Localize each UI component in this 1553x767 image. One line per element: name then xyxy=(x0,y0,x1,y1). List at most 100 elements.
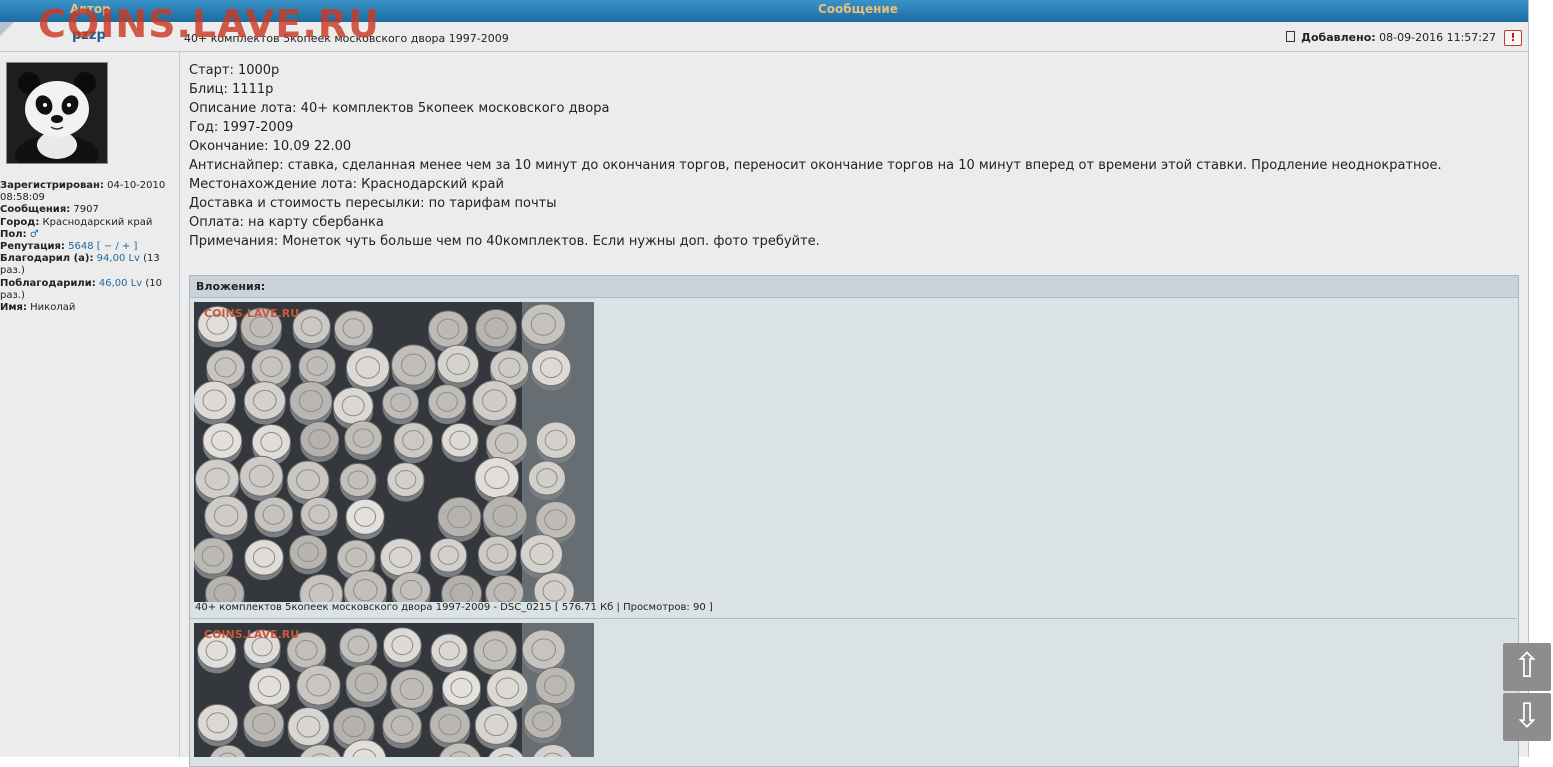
coin-stack xyxy=(243,381,286,425)
coin-stack xyxy=(289,381,333,426)
coin-stack xyxy=(430,633,468,673)
coin-stack xyxy=(393,422,434,464)
coin-stack xyxy=(344,420,383,461)
attachment-separator xyxy=(190,618,1517,619)
coin-stack xyxy=(382,385,420,425)
coin-stack xyxy=(239,455,284,502)
site-watermark: COINS.LAVE.RU xyxy=(38,2,380,46)
coin-stack xyxy=(474,456,520,503)
coin-stack xyxy=(345,347,390,393)
post-line: Доставка и стоимость пересылки: по тариф… xyxy=(189,196,557,211)
coin-stack xyxy=(300,496,339,537)
coin-stack xyxy=(386,462,425,502)
coin-stack xyxy=(248,667,291,711)
avatar xyxy=(6,62,108,164)
coin-stack xyxy=(475,308,518,353)
coin-stack xyxy=(333,310,374,352)
registered-label: Зарегистрирован: xyxy=(0,180,104,191)
profile-thanked-by: Поблагодарили: 46,00 Lv (10 раз.) xyxy=(0,278,176,302)
coins-photo-image xyxy=(194,623,594,757)
coin-stack xyxy=(296,664,341,711)
post-line: Старт: 1000р xyxy=(189,63,280,78)
post-line: Блиц: 1111р xyxy=(189,82,274,97)
thanked-label: Благодарил (а): xyxy=(0,253,94,265)
user-profile-info: Зарегистрирован: 04-10-2010 08:58:09 Соо… xyxy=(0,180,176,314)
coin-stack xyxy=(523,703,563,744)
coin-stack xyxy=(390,669,434,714)
gender-label: Пол: xyxy=(0,228,27,240)
coin-stack xyxy=(482,495,528,542)
attachment-photo-1[interactable]: COINS.LAVE.RU xyxy=(194,302,594,602)
name-label: Имя: xyxy=(0,302,27,314)
profile-registered: Зарегистрирован: 04-10-2010 08:58:09 xyxy=(0,180,176,204)
post-line: Примечания: Монеток чуть больше чем по 4… xyxy=(189,234,820,249)
coin-stack xyxy=(429,537,468,578)
message-column-header: Сообщение xyxy=(818,2,898,16)
messages-label: Сообщения: xyxy=(0,204,71,216)
coin-stack xyxy=(474,705,518,750)
coin-stack xyxy=(531,349,572,391)
coin-stack xyxy=(345,498,385,540)
coin-stack xyxy=(437,496,482,542)
coin-stack xyxy=(477,535,517,577)
forum-post: Автор Сообщение pzzp 40+ комплектов 5коп… xyxy=(0,0,1529,767)
coin-stack xyxy=(287,707,330,751)
post-line: Год: 1997-2009 xyxy=(189,120,294,135)
post-date: Добавлено: 08-09-2016 11:57:27 xyxy=(1286,31,1496,44)
coin-stack xyxy=(197,703,239,747)
report-button[interactable]: ! xyxy=(1504,30,1522,46)
coin-stack xyxy=(339,627,378,668)
coin-stack xyxy=(535,421,577,464)
post-body: Старт: 1000р Блиц: 1111р Описание лота: … xyxy=(189,61,1509,251)
coin-stack xyxy=(382,707,422,749)
coin-stack xyxy=(391,571,431,602)
attachments-title: Вложения: xyxy=(190,276,1518,298)
coins-photo-image xyxy=(194,302,594,602)
coin-stack xyxy=(289,534,328,575)
reputation-label: Репутация: xyxy=(0,241,65,253)
thanked-by-value[interactable]: 46,00 Lv xyxy=(99,278,142,289)
post-line: Антиснайпер: ставка, сделанная менее чем… xyxy=(189,158,1442,173)
coin-stack xyxy=(391,344,436,391)
male-icon: ♂ xyxy=(29,228,39,240)
coin-stack xyxy=(441,669,482,711)
coin-stack xyxy=(535,666,576,709)
coin-stack xyxy=(194,537,234,580)
coin-stack xyxy=(520,303,566,350)
panda-avatar-image xyxy=(7,63,107,163)
coin-stack xyxy=(204,495,249,541)
coin-stack xyxy=(244,539,284,581)
coin-stack xyxy=(194,380,236,425)
coin-stack xyxy=(473,630,517,676)
coin-stack xyxy=(254,496,294,538)
coin-stack xyxy=(436,344,480,388)
coin-stack xyxy=(202,422,243,464)
reputation-value[interactable]: 5648 xyxy=(68,241,93,252)
city-label: Город: xyxy=(0,216,40,228)
coin-stack xyxy=(299,421,340,463)
scroll-up-button[interactable]: ⇧ xyxy=(1503,643,1551,691)
messages-value: 7907 xyxy=(73,204,99,216)
coin-stack xyxy=(243,704,285,748)
post-document-icon[interactable] xyxy=(1286,31,1296,42)
post-line: Местонахождение лота: Краснодарский край xyxy=(189,177,504,192)
city-value: Краснодарский край xyxy=(42,216,153,228)
coin-stack xyxy=(527,460,566,501)
coin-stack xyxy=(441,422,479,463)
scroll-down-button[interactable]: ⇩ xyxy=(1503,693,1551,741)
added-value: 08-09-2016 11:57:27 xyxy=(1379,31,1496,44)
column-divider xyxy=(179,51,180,757)
photo-watermark: COINS.LAVE.RU xyxy=(204,307,300,320)
attachment-photo-2[interactable]: COINS.LAVE.RU xyxy=(194,623,594,757)
reputation-vote-controls[interactable]: [ − / + ] xyxy=(97,241,138,252)
post-line: Окончание: 10.09 22.00 xyxy=(189,139,352,154)
post-line: Описание лота: 40+ комплектов 5копеек мо… xyxy=(189,101,610,116)
attachment-caption[interactable]: 40+ комплектов 5копеек московского двора… xyxy=(195,602,713,613)
coin-stack xyxy=(472,380,517,426)
added-label: Добавлено: xyxy=(1301,31,1376,44)
name-value: Николай xyxy=(30,302,76,314)
photo-watermark: COINS.LAVE.RU xyxy=(204,628,300,641)
thanked-value[interactable]: 94,00 Lv xyxy=(97,253,140,264)
profile-gender: Пол: ♂ xyxy=(0,229,176,241)
coin-stack xyxy=(382,627,422,668)
